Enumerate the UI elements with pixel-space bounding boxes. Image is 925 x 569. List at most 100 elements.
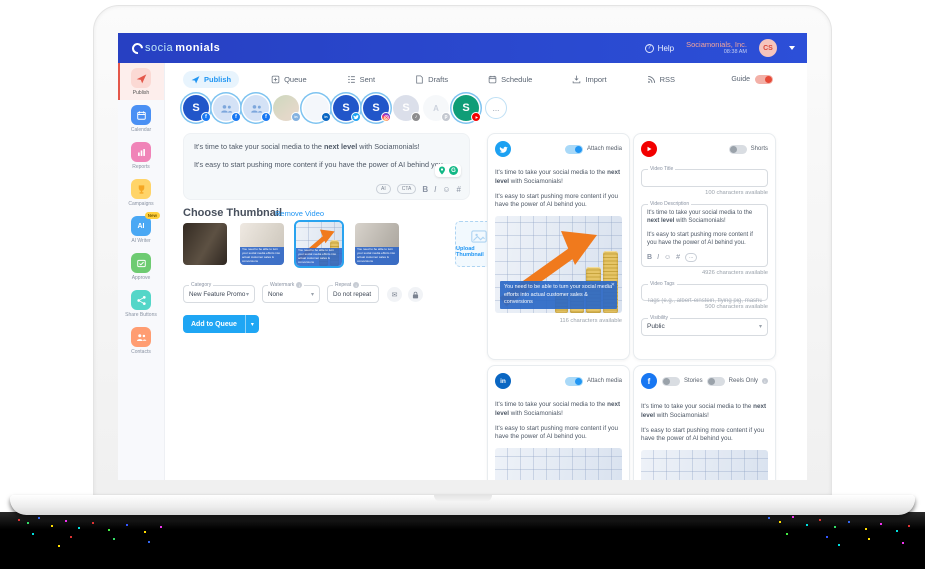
video-description-text: It's time to take your social media to t… [647, 210, 753, 247]
info-icon[interactable]: i [296, 282, 303, 288]
guide-toggle-group: Guide [731, 75, 773, 84]
account-facebook-group-2[interactable]: f [243, 95, 271, 122]
tab-schedule[interactable]: Schedule [480, 71, 540, 88]
account-twitter[interactable]: S [333, 95, 361, 122]
thumbnail-option-3-selected[interactable]: You need to be able to turn your social … [294, 220, 344, 268]
emoji-button[interactable]: ☺ [664, 254, 671, 261]
account-info: Sociamonials, Inc. 08:38 AM [686, 40, 747, 57]
twitter-post-text: It's time to take your social media to t… [495, 169, 621, 209]
post-composer[interactable]: It's time to take your social media to t… [183, 133, 470, 200]
approve-check-icon [131, 253, 151, 273]
watermark-select[interactable]: Watermark i None ▾ [262, 282, 320, 303]
user-menu-caret-icon[interactable] [789, 46, 795, 50]
hashtag-button[interactable]: # [457, 185, 461, 194]
thumbnail-option-2[interactable]: You need to be able to turn your social … [240, 223, 284, 265]
facebook-badge-icon: f [261, 112, 271, 122]
video-description-field[interactable]: Video Description It's time to take your… [641, 201, 768, 267]
video-tags-input[interactable] [647, 297, 762, 304]
sidebar-item-approve[interactable]: Approve [118, 248, 164, 285]
youtube-shorts-toggle[interactable] [728, 144, 747, 154]
thumbnail-option-4[interactable]: You need to be able to turn your social … [355, 223, 399, 265]
hashtag-button[interactable]: # [676, 254, 680, 261]
lock-button[interactable] [408, 287, 423, 302]
account-facebook-group-1[interactable]: f [213, 95, 241, 122]
tab-publish[interactable]: Publish [183, 71, 240, 88]
emoji-button[interactable]: ☺ [442, 185, 450, 194]
info-icon[interactable]: i [353, 282, 360, 288]
youtube-preview-card: Shorts Video Title 100 characters availa… [633, 133, 776, 360]
sociamonials-logo[interactable]: socia monials [129, 40, 221, 56]
sidebar-item-campaigns[interactable]: Campaigns [118, 174, 164, 211]
tab-import[interactable]: Import [564, 71, 614, 88]
linkedin-media-image[interactable] [495, 448, 622, 480]
grammar-assistant-icon[interactable]: G [449, 166, 458, 175]
sidebar-item-calendar[interactable]: Calendar [118, 100, 164, 137]
facebook-badge-icon: f [231, 112, 241, 122]
laptop-base [10, 495, 915, 515]
bar-chart-icon [131, 142, 151, 162]
add-to-queue-caret[interactable]: ▾ [244, 315, 259, 333]
network-badge-icon: p [441, 112, 451, 122]
facebook-reels-toggle[interactable] [706, 376, 725, 386]
tab-rss[interactable]: RSS [639, 71, 683, 88]
linkedin-attach-media-toggle[interactable] [564, 376, 583, 386]
facebook-preview-card: f Stories Reels Only i It's time to take… [633, 365, 776, 480]
sidebar-item-publish[interactable]: Publish [118, 63, 164, 100]
tab-sent[interactable]: Sent [339, 71, 383, 88]
ai-assist-chip[interactable]: AI [375, 184, 391, 194]
visibility-select[interactable]: Visibility Public ▾ [641, 314, 768, 336]
email-preview-button[interactable]: ✉ [387, 287, 402, 302]
repeat-field[interactable]: Repeat i Do not repeat [327, 282, 379, 303]
account-tiktok[interactable]: S ♪ [393, 95, 421, 122]
sidebar-item-share-buttons[interactable]: Share Buttons [118, 285, 164, 322]
logo-text-bold: monials [175, 42, 221, 54]
account-facebook-page[interactable]: S f [183, 95, 211, 122]
linkedin-preview-card: in Attach media It's time to take your s… [487, 365, 630, 480]
twitter-characters-available: 116 characters available [559, 318, 622, 325]
account-youtube[interactable]: S [453, 95, 481, 122]
user-avatar[interactable]: CS [759, 39, 777, 57]
add-to-queue-button[interactable]: Add to Queue ▾ [183, 315, 259, 333]
video-title-input[interactable] [647, 183, 762, 189]
facebook-stories-toggle[interactable] [661, 376, 680, 386]
laptop-notch [433, 495, 492, 502]
glitch-pixels-right [768, 517, 770, 519]
bold-button[interactable]: B [422, 185, 428, 194]
twitter-attach-media-toggle[interactable] [564, 144, 583, 154]
info-icon[interactable]: i [762, 378, 768, 384]
twitter-media-image[interactable]: You need to be able to turn your social … [495, 216, 622, 314]
sidebar: Publish Calendar Reports Campaigns New A… [118, 63, 165, 480]
sidebar-item-contacts[interactable]: Contacts [118, 322, 164, 359]
more-accounts-button[interactable]: ... [485, 97, 507, 119]
video-title-field[interactable]: Video Title [641, 166, 768, 189]
italic-button[interactable]: I [657, 254, 659, 261]
help-button[interactable]: ? Help [644, 43, 674, 53]
tab-drafts[interactable]: Drafts [407, 71, 456, 88]
linkedin-badge-icon: in [291, 112, 301, 122]
youtube-icon [641, 141, 657, 157]
social-accounts-row: S f f f in in S S S ♪ A p S ... [183, 95, 507, 122]
guide-label: Guide [731, 76, 750, 83]
account-linkedin-profile[interactable]: in [273, 95, 301, 122]
guide-toggle[interactable] [755, 75, 773, 84]
video-caption-overlay: You need to be able to turn your social … [500, 281, 617, 310]
lock-icon [412, 291, 419, 298]
location-pin-icon[interactable] [438, 166, 446, 175]
video-tags-field[interactable]: Video Tags [641, 280, 768, 304]
sidebar-item-ai-writer[interactable]: New AI AI Writer [118, 211, 164, 248]
cta-chip[interactable]: CTA [396, 184, 417, 194]
instagram-badge-icon [381, 112, 391, 122]
more-options-icon[interactable]: ... [685, 252, 698, 262]
remove-video-link[interactable]: Remove Video [275, 209, 324, 218]
facebook-media-image[interactable] [641, 450, 768, 480]
category-select[interactable]: Category New Feature Promo ▾ [183, 282, 255, 303]
bold-button[interactable]: B [647, 254, 652, 261]
thumbnail-option-1[interactable] [183, 223, 227, 265]
sidebar-item-reports[interactable]: Reports [118, 137, 164, 174]
italic-button[interactable]: I [434, 185, 436, 194]
tab-queue[interactable]: Queue [263, 71, 315, 88]
close-icon[interactable]: ✕ [611, 282, 615, 289]
account-pinterest[interactable]: A p [423, 95, 451, 122]
account-linkedin-page[interactable]: in [303, 95, 331, 122]
account-instagram[interactable]: S [363, 95, 391, 122]
